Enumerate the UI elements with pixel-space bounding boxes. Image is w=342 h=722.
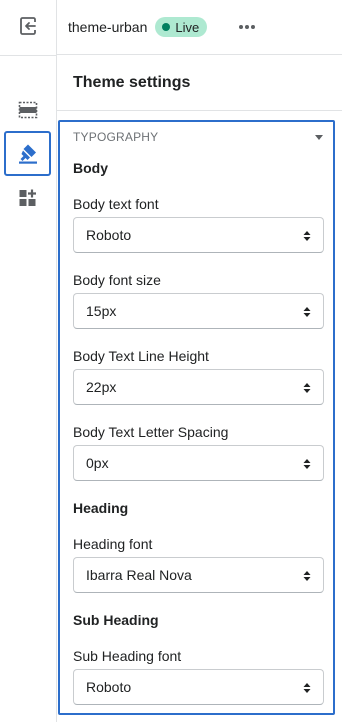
sub-heading-group-title: Sub Heading xyxy=(73,612,159,628)
select-arrows-icon xyxy=(303,231,311,241)
caret-down-icon xyxy=(315,134,323,140)
body-font-size-select[interactable]: 15px xyxy=(73,293,324,329)
sub-heading-font-label: Sub Heading font xyxy=(73,648,182,664)
select-value: Roboto xyxy=(86,679,132,695)
select-value: 0px xyxy=(86,455,109,471)
status-dot xyxy=(162,23,171,31)
select-value: Roboto xyxy=(86,227,132,243)
section-label: TYPOGRAPHY xyxy=(73,130,159,144)
top-bar: theme-urban Live xyxy=(57,0,342,55)
more-actions-button[interactable] xyxy=(235,15,259,39)
left-rail xyxy=(0,0,57,722)
heading-group-title: Heading xyxy=(73,500,129,516)
typography-section: TYPOGRAPHY Body Body text font Roboto Bo… xyxy=(58,120,335,715)
select-arrows-icon xyxy=(303,683,311,693)
heading-font-select[interactable]: Ibarra Real Nova xyxy=(73,557,324,593)
panel-title: Theme settings xyxy=(73,74,191,91)
rail-divider xyxy=(0,55,57,56)
status-badge-label: Live xyxy=(175,19,200,35)
theme-settings-icon xyxy=(18,144,37,164)
theme-name: theme-urban xyxy=(68,19,148,35)
select-arrows-icon xyxy=(303,307,311,317)
select-arrows-icon xyxy=(303,459,311,469)
body-group-title: Body xyxy=(73,160,108,176)
sections-icon xyxy=(18,101,38,119)
heading-font-label: Heading font xyxy=(73,536,153,552)
theme-settings-button[interactable] xyxy=(4,131,51,176)
body-text-font-label: Body text font xyxy=(73,196,159,212)
more-icon xyxy=(239,25,256,29)
sub-heading-font-select[interactable]: Roboto xyxy=(73,669,324,705)
panel-header: Theme settings xyxy=(57,56,342,111)
body-line-height-select[interactable]: 22px xyxy=(73,369,324,405)
select-arrows-icon xyxy=(303,571,311,581)
exit-icon xyxy=(20,17,36,35)
typography-section-toggle[interactable]: TYPOGRAPHY xyxy=(73,130,323,144)
body-letter-spacing-select[interactable]: 0px xyxy=(73,445,324,481)
body-line-height-label: Body Text Line Height xyxy=(73,348,209,364)
select-arrows-icon xyxy=(303,383,311,393)
body-text-font-select[interactable]: Roboto xyxy=(73,217,324,253)
select-value: 22px xyxy=(86,379,117,395)
select-value: 15px xyxy=(86,303,117,319)
status-badge: Live xyxy=(155,17,208,37)
apps-button[interactable] xyxy=(4,176,52,220)
select-value: Ibarra Real Nova xyxy=(86,567,192,583)
sections-button[interactable] xyxy=(4,88,52,132)
exit-button[interactable] xyxy=(4,4,52,48)
apps-icon xyxy=(19,189,36,206)
body-font-size-label: Body font size xyxy=(73,272,161,288)
body-letter-spacing-label: Body Text Letter Spacing xyxy=(73,424,229,440)
